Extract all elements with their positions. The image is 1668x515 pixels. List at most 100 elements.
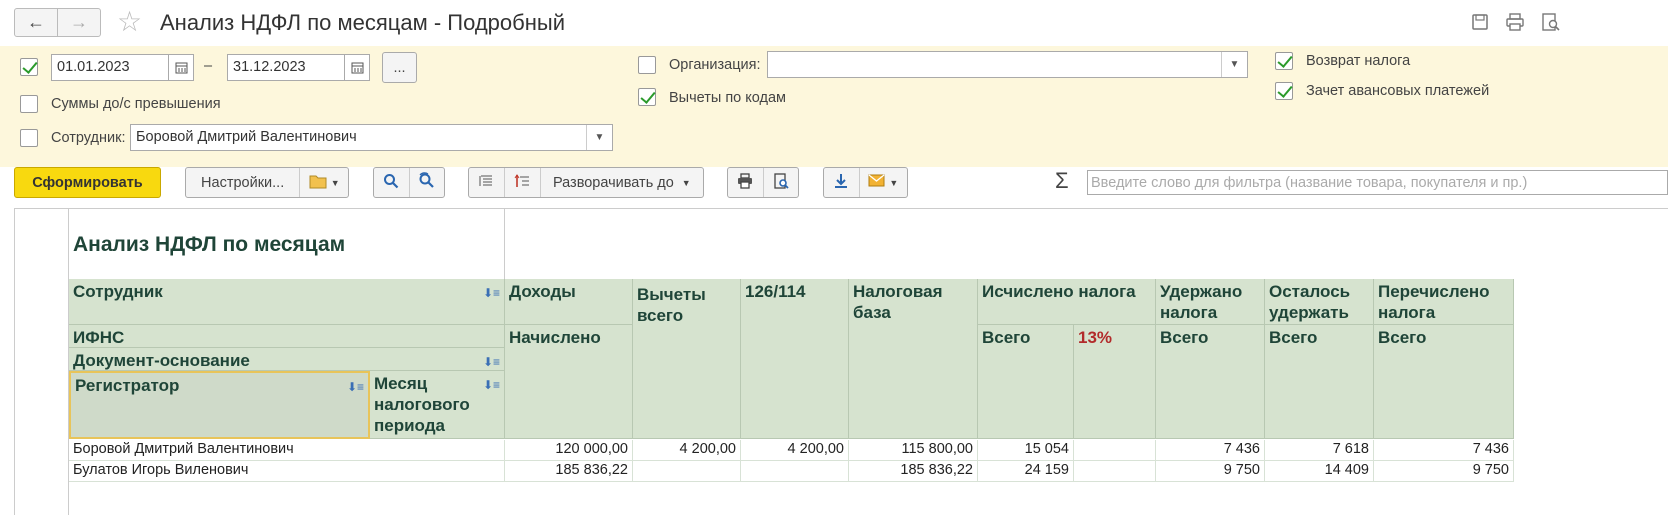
header-tax-base[interactable]: Налоговая база [849, 279, 978, 439]
generate-button[interactable]: Сформировать [14, 167, 161, 198]
advance-offset-checkbox[interactable] [1275, 82, 1293, 100]
calendar-to-icon[interactable] [344, 54, 370, 81]
header-left-total[interactable]: Всего [1265, 325, 1374, 439]
organization-field[interactable] [767, 51, 1248, 78]
header-transferred-total[interactable]: Всего [1374, 325, 1514, 439]
header-accrued[interactable]: Начислено [505, 325, 633, 439]
forward-button[interactable]: → [57, 8, 101, 37]
organization-dropdown-icon[interactable]: ▼ [1221, 52, 1247, 77]
search-next-icon [418, 172, 435, 193]
print-group [727, 167, 799, 198]
filter-panel: 01.01.2023 – 31.12.2023 ... Суммы до/с п… [0, 46, 1668, 167]
cell-left[interactable]: 14 409 [1265, 461, 1374, 482]
expand-groups-button[interactable] [505, 168, 541, 197]
print-icon[interactable] [1505, 12, 1525, 32]
cell-tax-base[interactable]: 115 800,00 [849, 440, 978, 461]
header-rate-13[interactable]: 13% [1074, 325, 1156, 439]
header-base-document[interactable]: Документ-основание ⬇≡ [69, 348, 505, 371]
back-button[interactable]: ← [14, 8, 58, 37]
settings-group: Настройки... ▼ [185, 167, 349, 198]
grid-line [504, 209, 505, 279]
chevron-down-icon: ▼ [889, 177, 899, 188]
cell-calc-total[interactable]: 15 054 [978, 440, 1074, 461]
period-dash: – [204, 58, 213, 74]
arrow-right-icon: → [70, 12, 88, 32]
cell-rate-13[interactable] [1074, 440, 1156, 461]
cell-126-114[interactable] [741, 461, 849, 482]
cell-withheld[interactable]: 7 436 [1156, 440, 1265, 461]
save-icon[interactable] [1470, 12, 1490, 32]
header-tax-period-month[interactable]: Месяц налогового периода ⬇≡ [370, 371, 505, 439]
sort-icon[interactable]: ⬇≡ [483, 375, 500, 396]
cell-deductions[interactable]: 4 200,00 [633, 440, 741, 461]
download-icon [833, 173, 849, 193]
employee-label: Сотрудник: [51, 130, 126, 146]
cell-calc-total[interactable]: 24 159 [978, 461, 1074, 482]
header-employee[interactable]: Сотрудник ⬇≡ [69, 279, 505, 325]
tax-return-checkbox[interactable] [1275, 52, 1293, 70]
deductions-by-codes-checkbox[interactable] [638, 88, 656, 106]
period-more-button[interactable]: ... [382, 52, 417, 83]
cell-tax-base[interactable]: 185 836,22 [849, 461, 978, 482]
header-registrar[interactable]: Регистратор ⬇≡ [69, 371, 370, 439]
sums-over-checkbox[interactable] [20, 95, 38, 113]
cell-employee[interactable]: Булатов Игорь Виленович [69, 461, 505, 482]
organization-checkbox[interactable] [638, 56, 656, 74]
header-tax-withheld[interactable]: Удержано налога [1156, 279, 1265, 325]
cell-employee[interactable]: Боровой Дмитрий Валентинович [69, 440, 505, 461]
print-preview-button[interactable] [764, 168, 799, 197]
header-left-to-withhold[interactable]: Осталось удержать [1265, 279, 1374, 325]
header-tax-period-month-label: Месяц налогового периода [374, 374, 470, 435]
search-icon [383, 173, 399, 193]
printer-icon [736, 172, 754, 193]
grouping-group: Разворачивать до ▼ [468, 167, 704, 198]
cell-deductions[interactable] [633, 461, 741, 482]
advance-offset-label: Зачет авансовых платежей [1306, 83, 1490, 99]
print-button[interactable] [728, 168, 764, 197]
header-income[interactable]: Доходы [505, 279, 633, 325]
header-calc-total[interactable]: Всего [978, 325, 1074, 439]
send-email-button[interactable]: ▼ [860, 168, 907, 197]
header-126-114[interactable]: 126/114 [741, 279, 849, 439]
cell-accrued[interactable]: 185 836,22 [505, 461, 633, 482]
cell-accrued[interactable]: 120 000,00 [505, 440, 633, 461]
variants-button[interactable]: ▼ [300, 168, 348, 197]
expand-to-dropdown[interactable]: Разворачивать до ▼ [541, 168, 703, 197]
cell-126-114[interactable]: 4 200,00 [741, 440, 849, 461]
header-ifns[interactable]: ИФНС [69, 325, 505, 348]
preview-icon[interactable] [1540, 12, 1560, 32]
cell-transferred[interactable]: 9 750 [1374, 461, 1514, 482]
cell-withheld[interactable]: 9 750 [1156, 461, 1265, 482]
header-withheld-total[interactable]: Всего [1156, 325, 1265, 439]
folder-icon [309, 173, 327, 193]
collapse-groups-button[interactable] [469, 168, 505, 197]
header-deductions-total[interactable]: Вычеты всего [633, 279, 741, 439]
period-from-field[interactable]: 01.01.2023 [51, 54, 169, 81]
find-next-button[interactable] [410, 168, 445, 197]
header-tax-transferred[interactable]: Перечислено налога [1374, 279, 1514, 325]
period-checkbox[interactable] [20, 58, 38, 76]
report-sheet[interactable]: Анализ НДФЛ по месяцам Сотрудник ⬇≡ ИФНС… [14, 208, 1668, 515]
rate-13-label: 13% [1078, 328, 1113, 347]
cell-rate-13[interactable] [1074, 461, 1156, 482]
cell-transferred[interactable]: 7 436 [1374, 440, 1514, 461]
cell-left[interactable]: 7 618 [1265, 440, 1374, 461]
find-button[interactable] [374, 168, 410, 197]
deductions-by-codes-label: Вычеты по кодам [669, 90, 787, 106]
favorite-star-icon[interactable]: ☆ [117, 8, 142, 36]
settings-button[interactable]: Настройки... [186, 168, 301, 197]
sort-icon[interactable]: ⬇≡ [347, 377, 364, 398]
calendar-from-icon[interactable] [168, 54, 194, 81]
employee-field[interactable]: Боровой Дмитрий Валентинович [130, 124, 613, 151]
sort-icon[interactable]: ⬇≡ [483, 352, 500, 373]
list-tree-icon [478, 173, 494, 193]
save-to-file-button[interactable] [824, 168, 860, 197]
sum-icon[interactable]: Σ [1055, 168, 1069, 194]
chevron-down-icon: ▼ [330, 177, 340, 188]
sort-icon[interactable]: ⬇≡ [483, 283, 500, 304]
header-tax-calculated[interactable]: Исчислено налога [978, 279, 1156, 325]
employee-dropdown-icon[interactable]: ▼ [586, 125, 612, 150]
filter-search-input[interactable]: Введите слово для фильтра (название това… [1087, 170, 1668, 195]
period-to-field[interactable]: 31.12.2023 [227, 54, 345, 81]
employee-checkbox[interactable] [20, 129, 38, 147]
